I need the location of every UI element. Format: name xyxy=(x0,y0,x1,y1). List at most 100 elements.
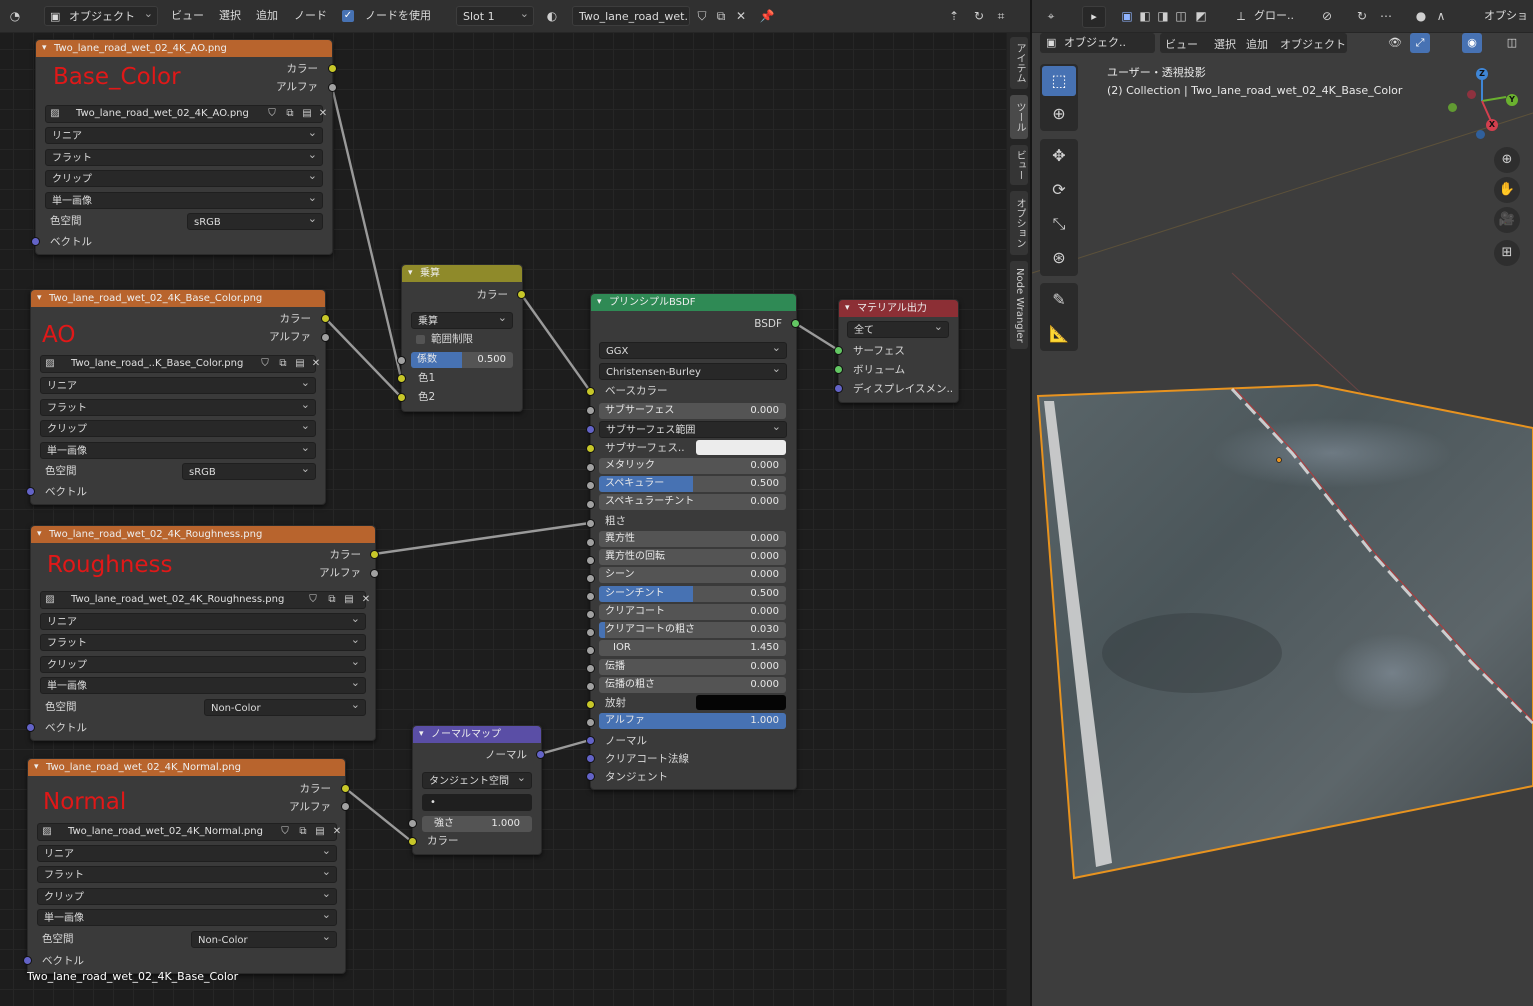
extension-dropdown[interactable]: クリップ xyxy=(37,888,337,905)
node-title[interactable]: マテリアル出力 xyxy=(839,300,958,317)
tab-options[interactable]: オプション xyxy=(1010,191,1028,255)
source-dropdown[interactable]: 単一画像 xyxy=(45,192,323,209)
image-texture-node-ao[interactable]: Two_lane_road_wet_02_4K_AO.png カラー アルファ … xyxy=(35,39,333,255)
navigation-gizmo[interactable]: Z Y X xyxy=(1440,64,1525,144)
bsdf-metallic-in-socket[interactable] xyxy=(586,463,595,472)
object-origin[interactable] xyxy=(1276,457,1282,463)
bsdf-subsurface-color-in-socket[interactable] xyxy=(586,444,595,453)
target-dropdown[interactable]: 全て xyxy=(847,321,949,338)
source-dropdown[interactable]: 単一画像 xyxy=(40,442,316,459)
xray-toggle-icon[interactable]: ◫ xyxy=(1502,33,1522,53)
duplicate-image-icon[interactable]: ⧉ xyxy=(283,107,297,121)
axis-neg-z-icon[interactable] xyxy=(1476,130,1485,139)
bsdf-transmission-roughness-in-socket[interactable] xyxy=(586,682,595,691)
duplicate-image-icon[interactable]: ⧉ xyxy=(325,593,339,607)
bsdf-subsurface-radius-in-socket[interactable] xyxy=(586,425,595,434)
pivot-point-icon[interactable]: ⊘ xyxy=(1318,7,1336,25)
scale-tool-icon[interactable]: ⤡ xyxy=(1042,209,1076,239)
select-tool-icon[interactable]: ▸ xyxy=(1082,6,1106,28)
bsdf-value-slider[interactable]: シーン 0.000 xyxy=(599,567,786,583)
select-mode-extend-icon[interactable]: ◧ xyxy=(1136,7,1154,25)
tab-view[interactable]: ビュー xyxy=(1010,145,1028,185)
image-name[interactable]: Two_lane_road_wet_02_4K_AO.png xyxy=(76,106,249,122)
image-texture-node-normal[interactable]: Two_lane_road_wet_02_4K_Normal.png カラー ア… xyxy=(27,758,346,974)
proportional-edit-icon[interactable]: ● xyxy=(1412,7,1430,25)
projection-dropdown[interactable]: フラット xyxy=(45,149,323,166)
axis-neg-y-icon[interactable] xyxy=(1448,103,1457,112)
duplicate-image-icon[interactable]: ⧉ xyxy=(276,357,290,371)
image-selector[interactable]: ▨ Two_lane_road_..K_Base_Color.png ⛉ ⧉ ▤… xyxy=(40,355,320,373)
unlink-icon[interactable]: ✕ xyxy=(309,357,323,371)
normalmap-out-socket[interactable] xyxy=(536,750,545,759)
pan-hand-icon[interactable]: ✋ xyxy=(1494,177,1520,203)
output-displacement-in-socket[interactable] xyxy=(834,384,843,393)
unlink-icon[interactable]: ✕ xyxy=(316,107,330,121)
bsdf-transmission-in-socket[interactable] xyxy=(586,664,595,673)
normal-tex-color-out-socket[interactable] xyxy=(341,784,350,793)
base-tex-alpha-out-socket[interactable] xyxy=(321,333,330,342)
image-name[interactable]: Two_lane_road_..K_Base_Color.png xyxy=(71,356,243,372)
open-folder-icon[interactable]: ▤ xyxy=(313,825,327,839)
proportional-falloff-icon[interactable]: ∧ xyxy=(1432,7,1450,25)
axis-neg-x-icon[interactable] xyxy=(1467,90,1476,99)
interpolation-dropdown[interactable]: リニア xyxy=(40,377,316,394)
projection-dropdown[interactable]: フラット xyxy=(40,399,316,416)
color-space-dropdown[interactable]: Non-Color xyxy=(191,931,337,948)
extension-dropdown[interactable]: クリップ xyxy=(40,656,366,673)
interpolation-dropdown[interactable]: リニア xyxy=(37,845,337,862)
ao-tex-color-out-socket[interactable] xyxy=(328,64,337,73)
interpolation-dropdown[interactable]: リニア xyxy=(45,127,323,144)
viewport-menu-view[interactable]: ビュー xyxy=(1165,36,1198,52)
extension-dropdown[interactable]: クリップ xyxy=(45,170,323,187)
bsdf-specular-in-socket[interactable] xyxy=(586,481,595,490)
bsdf-value-slider[interactable]: アルファ 1.000 xyxy=(599,713,786,729)
options-menu[interactable]: オプショ xyxy=(1484,7,1528,25)
color-space-dropdown[interactable]: sRGB xyxy=(182,463,316,480)
zoom-icon[interactable]: ⊕ xyxy=(1494,147,1520,173)
axis-y-icon[interactable]: Y xyxy=(1506,94,1518,106)
normal-tex-alpha-out-socket[interactable] xyxy=(341,802,350,811)
3d-viewport[interactable]: ▣ オブジェク.. ビュー 選択 追加 オブジェクト 👁 ⤢ ◉ ◫ ユーザー・… xyxy=(1032,33,1533,1006)
image-name[interactable]: Two_lane_road_wet_02_4K_Roughness.png xyxy=(71,592,284,608)
viewport-menu-add[interactable]: 追加 xyxy=(1246,36,1268,52)
clamp-checkbox[interactable] xyxy=(416,335,425,344)
image-texture-node-roughness[interactable]: Two_lane_road_wet_02_4K_Roughness.png カラ… xyxy=(30,525,376,741)
viewport-menu-select[interactable]: 選択 xyxy=(1214,36,1236,52)
mix-color1-in-socket[interactable] xyxy=(397,374,406,383)
unlink-icon[interactable]: ✕ xyxy=(330,825,344,839)
source-dropdown[interactable]: 単一画像 xyxy=(37,909,337,926)
snap-toggle-icon[interactable]: ↻ xyxy=(1353,7,1371,25)
bsdf-value-slider[interactable]: 伝播の粗さ 0.000 xyxy=(599,677,786,693)
interpolation-dropdown[interactable]: リニア xyxy=(40,613,366,630)
bsdf-value-slider[interactable]: スペキュラー 0.500 xyxy=(599,476,786,492)
image-browse-icon[interactable]: ▨ xyxy=(48,107,62,121)
fake-user-icon[interactable]: ⛉ xyxy=(278,825,292,839)
projection-dropdown[interactable]: フラット xyxy=(40,634,366,651)
subsurface-method-dropdown[interactable]: Christensen-Burley xyxy=(599,363,787,380)
rough-tex-color-out-socket[interactable] xyxy=(370,550,379,559)
rough-tex-alpha-out-socket[interactable] xyxy=(370,569,379,578)
node-title[interactable]: ノーマルマップ xyxy=(413,726,541,743)
rough-tex-vector-in-socket[interactable] xyxy=(26,723,35,732)
color-space-dropdown[interactable]: sRGB xyxy=(187,213,323,230)
node-title[interactable]: Two_lane_road_wet_02_4K_Normal.png xyxy=(28,759,345,776)
node-title[interactable]: 乗算 xyxy=(402,265,522,282)
bsdf-value-slider[interactable]: 伝播 0.000 xyxy=(599,659,786,675)
select-mode-new-icon[interactable]: ▣ xyxy=(1118,7,1136,25)
bsdf-value-slider[interactable]: メタリック 0.000 xyxy=(599,458,786,474)
output-volume-in-socket[interactable] xyxy=(834,365,843,374)
gizmo-toggle-icon[interactable]: ⤢ xyxy=(1410,33,1430,53)
bsdf-anisotropic-rotation-in-socket[interactable] xyxy=(586,556,595,565)
normalmap-color-in-socket[interactable] xyxy=(408,837,417,846)
blend-type-dropdown[interactable]: 乗算 xyxy=(411,312,513,329)
emission-color-swatch[interactable] xyxy=(696,695,786,710)
normal-tex-vector-in-socket[interactable] xyxy=(23,956,32,965)
image-selector[interactable]: ▨ Two_lane_road_wet_02_4K_AO.png ⛉ ⧉ ▤ ✕ xyxy=(45,105,327,123)
tab-item[interactable]: アイテム xyxy=(1010,37,1028,89)
extension-dropdown[interactable]: クリップ xyxy=(40,420,316,437)
mix-multiply-node[interactable]: 乗算 カラー 乗算 範囲制限 係数 0.500 色1 色2 xyxy=(401,264,523,412)
image-selector[interactable]: ▨ Two_lane_road_wet_02_4K_Normal.png ⛉ ⧉… xyxy=(37,823,341,841)
image-selector[interactable]: ▨ Two_lane_road_wet_02_4K_Roughness.png … xyxy=(40,591,370,609)
normal-map-node[interactable]: ノーマルマップ ノーマル タンジェント空間 • 強さ 1.000 カラー xyxy=(412,725,542,855)
measure-tool-icon[interactable]: 📐 xyxy=(1042,319,1076,349)
